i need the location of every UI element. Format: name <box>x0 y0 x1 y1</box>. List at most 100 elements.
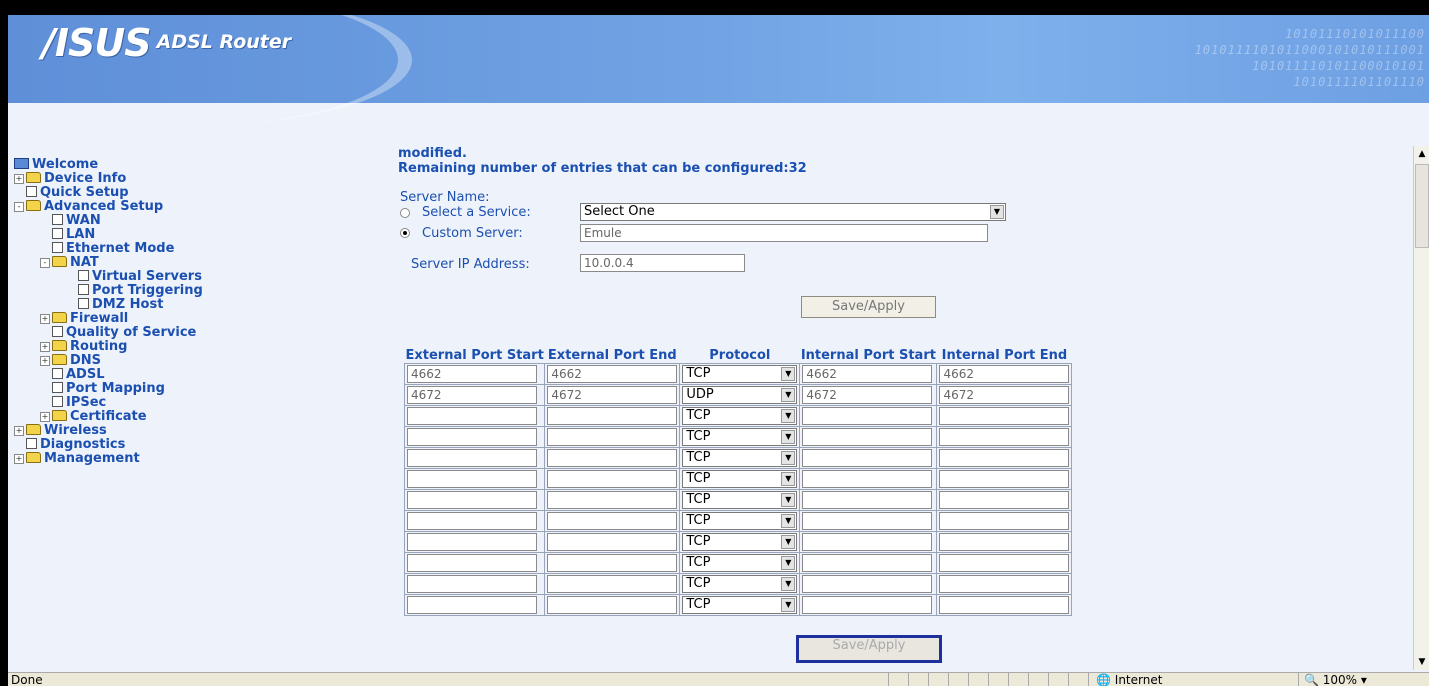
vertical-scrollbar[interactable]: ▲ ▼ <box>1413 146 1429 670</box>
external-port-start-input[interactable] <box>407 554 537 572</box>
protocol-select[interactable]: TCP ▼ <box>682 428 798 446</box>
external-port-end-input[interactable] <box>547 512 678 530</box>
external-port-end-input[interactable] <box>547 533 678 551</box>
internal-port-start-input[interactable] <box>802 533 933 551</box>
internal-port-start-input[interactable] <box>802 596 933 614</box>
protocol-select[interactable]: TCP ▼ <box>682 491 798 509</box>
select-service-radio[interactable] <box>400 208 410 218</box>
expand-toggle-icon[interactable]: + <box>14 454 24 464</box>
expand-toggle-icon[interactable]: - <box>40 258 50 268</box>
internal-port-start-input[interactable] <box>802 428 933 446</box>
nav-item[interactable]: Port Triggering <box>14 284 384 298</box>
protocol-select[interactable]: TCP ▼ <box>682 554 798 572</box>
nav-item[interactable]: Ethernet Mode <box>14 242 384 256</box>
protocol-select[interactable]: TCP ▼ <box>682 575 798 593</box>
external-port-end-input[interactable] <box>547 491 678 509</box>
internal-port-start-input[interactable] <box>802 554 933 572</box>
expand-toggle-icon[interactable]: + <box>40 314 50 324</box>
expand-toggle-icon[interactable]: + <box>40 356 50 366</box>
nav-item[interactable]: Virtual Servers <box>14 270 384 284</box>
external-port-start-input[interactable] <box>407 365 537 383</box>
scroll-thumb[interactable] <box>1415 164 1429 248</box>
internal-port-end-input[interactable] <box>939 470 1070 488</box>
external-port-end-input[interactable] <box>547 470 678 488</box>
protocol-select[interactable]: TCP ▼ <box>682 365 798 383</box>
server-ip-input[interactable] <box>580 254 745 272</box>
external-port-end-input[interactable] <box>547 575 678 593</box>
custom-server-radio[interactable] <box>400 228 410 238</box>
external-port-end-input[interactable] <box>547 428 678 446</box>
nav-item[interactable]: + Routing <box>14 340 384 354</box>
nav-welcome[interactable]: Welcome <box>14 158 384 172</box>
external-port-start-input[interactable] <box>407 449 537 467</box>
save-apply-button-bottom[interactable]: Save/Apply <box>796 635 942 663</box>
external-port-end-input[interactable] <box>547 407 678 425</box>
internal-port-end-input[interactable] <box>939 386 1070 404</box>
internal-port-end-input[interactable] <box>939 428 1070 446</box>
nav-item[interactable]: ADSL <box>14 368 384 382</box>
internal-port-start-input[interactable] <box>802 575 933 593</box>
nav-item[interactable]: + Device Info <box>14 172 384 186</box>
nav-item[interactable]: + DNS <box>14 354 384 368</box>
protocol-select[interactable]: TCP ▼ <box>682 596 798 614</box>
nav-item[interactable]: Quick Setup <box>14 186 384 200</box>
nav-item[interactable]: + Wireless <box>14 424 384 438</box>
internal-port-start-input[interactable] <box>802 386 933 404</box>
internal-port-start-input[interactable] <box>802 449 933 467</box>
expand-toggle-icon[interactable]: - <box>14 202 24 212</box>
expand-toggle-icon[interactable]: + <box>14 426 24 436</box>
external-port-end-input[interactable] <box>547 596 678 614</box>
expand-toggle-icon[interactable]: + <box>14 174 24 184</box>
protocol-select[interactable]: TCP ▼ <box>682 512 798 530</box>
external-port-start-input[interactable] <box>407 470 537 488</box>
nav-item[interactable]: IPSec <box>14 396 384 410</box>
internal-port-start-input[interactable] <box>802 491 933 509</box>
scroll-up-icon[interactable]: ▲ <box>1414 146 1429 162</box>
external-port-start-input[interactable] <box>407 512 537 530</box>
internal-port-end-input[interactable] <box>939 554 1070 572</box>
internal-port-end-input[interactable] <box>939 575 1070 593</box>
nav-item[interactable]: - NAT <box>14 256 384 270</box>
protocol-select[interactable]: TCP ▼ <box>682 533 798 551</box>
external-port-end-input[interactable] <box>547 449 678 467</box>
nav-item[interactable]: Diagnostics <box>14 438 384 452</box>
internal-port-end-input[interactable] <box>939 512 1070 530</box>
nav-item[interactable]: + Firewall <box>14 312 384 326</box>
external-port-end-input[interactable] <box>547 554 678 572</box>
service-select[interactable]: Select One ▼ <box>580 203 1006 221</box>
save-apply-button-top[interactable]: Save/Apply <box>801 296 936 318</box>
external-port-end-input[interactable] <box>547 365 678 383</box>
external-port-start-input[interactable] <box>407 428 537 446</box>
nav-item[interactable]: - Advanced Setup <box>14 200 384 214</box>
internal-port-start-input[interactable] <box>802 470 933 488</box>
custom-server-input[interactable] <box>580 224 988 242</box>
nav-item[interactable]: LAN <box>14 228 384 242</box>
external-port-start-input[interactable] <box>407 386 537 404</box>
internal-port-start-input[interactable] <box>802 365 933 383</box>
protocol-select[interactable]: UDP ▼ <box>682 386 798 404</box>
internal-port-start-input[interactable] <box>802 512 933 530</box>
external-port-start-input[interactable] <box>407 596 537 614</box>
internal-port-end-input[interactable] <box>939 533 1070 551</box>
external-port-start-input[interactable] <box>407 491 537 509</box>
external-port-start-input[interactable] <box>407 407 537 425</box>
external-port-end-input[interactable] <box>547 386 678 404</box>
internal-port-end-input[interactable] <box>939 596 1070 614</box>
expand-toggle-icon[interactable]: + <box>40 342 50 352</box>
nav-item[interactable]: Port Mapping <box>14 382 384 396</box>
internal-port-end-input[interactable] <box>939 407 1070 425</box>
protocol-select[interactable]: TCP ▼ <box>682 470 798 488</box>
nav-item[interactable]: WAN <box>14 214 384 228</box>
protocol-select[interactable]: TCP ▼ <box>682 449 798 467</box>
nav-item[interactable]: DMZ Host <box>14 298 384 312</box>
protocol-select[interactable]: TCP ▼ <box>682 407 798 425</box>
external-port-start-input[interactable] <box>407 575 537 593</box>
zoom-level[interactable]: 🔍 100% ▾ <box>1304 673 1367 686</box>
internal-port-end-input[interactable] <box>939 365 1070 383</box>
nav-item[interactable]: + Certificate <box>14 410 384 424</box>
expand-toggle-icon[interactable]: + <box>40 412 50 422</box>
internal-port-end-input[interactable] <box>939 491 1070 509</box>
nav-item[interactable]: + Management <box>14 452 384 466</box>
scroll-down-icon[interactable]: ▼ <box>1414 654 1429 670</box>
internal-port-start-input[interactable] <box>802 407 933 425</box>
